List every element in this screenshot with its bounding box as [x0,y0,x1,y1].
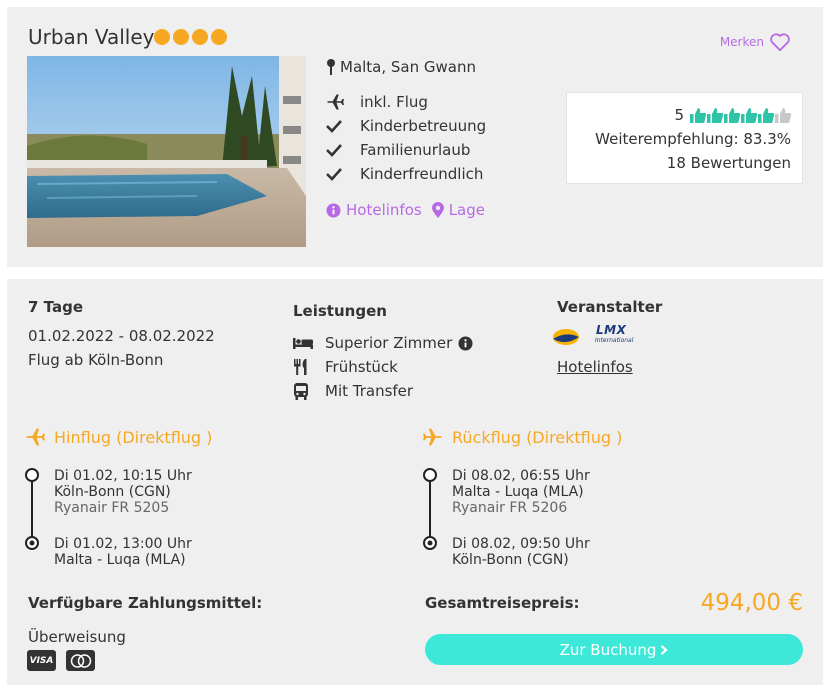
operator-logo: LMX International [552,322,634,348]
star-icon [154,29,170,45]
services-heading: Leistungen [293,302,387,320]
hotelinfos-link[interactable]: Hotelinfos [326,201,422,219]
map-pin-icon [327,59,335,75]
hotel-location: Malta, San Gwann [326,58,476,76]
thumbs-up-icon [758,107,774,123]
thumbs-up-icon [741,107,757,123]
thumbs-up-icon [724,107,740,123]
outbound-departure: Di 01.02, 10:15 Uhr Köln-Bonn (CGN) Ryan… [54,468,192,516]
hotel-features: inkl. Flug Kinderbetreuung Familienurlau… [326,90,486,186]
recommendation-text: Weiterempfehlung: 83.3% [595,130,791,148]
heart-icon [770,33,790,52]
trip-departure: Flug ab Köln-Bonn [28,351,164,369]
info-icon [326,202,341,218]
outbound-title-text: Hinflug (Direktflug ) [54,427,213,447]
hotelinfos-label: Hotelinfos [346,201,422,219]
plane-icon [423,428,442,446]
check-icon [326,143,352,157]
bus-icon [293,382,315,400]
service-label: Mit Transfer [325,382,414,400]
check-icon [326,167,352,181]
outbound-airline: Ryanair FR 5205 [54,500,170,516]
price-label: Gesamtreisepreis: [425,594,580,612]
trip-dates: 01.02.2022 - 08.02.2022 [28,327,215,345]
rating-score: 5 [674,106,684,124]
trip-duration: 7 Tage [28,298,83,316]
visa-card-icon: VISA [27,650,56,671]
location-text: Malta, San Gwann [340,58,476,76]
feature-item: Kinderfreundlich [326,162,486,186]
service-item: Superior Zimmer [293,331,473,355]
star-icon [192,29,208,45]
hotel-name[interactable]: Urban Valley [28,25,154,49]
outbound-timeline [24,467,40,551]
return-arr-airport: Köln-Bonn (CGN) [452,552,569,568]
outbound-dep-time: Di 01.02, 10:15 Uhr [54,468,192,484]
thumbs-up-icon [690,107,706,123]
map-marker-icon [431,202,444,218]
info-icon[interactable] [458,335,473,351]
operator-logo-text: LMX [596,323,627,337]
merken-label: Merken [719,35,764,49]
return-dep-airport: Malta - Luqa (MLA) [452,484,584,500]
star-icon [173,29,189,45]
bed-icon [293,336,315,350]
mastercard-icon [66,650,95,671]
return-airline: Ryanair FR 5206 [452,500,568,516]
return-title-text: Rückflug (Direktflug ) [452,427,623,447]
operator-hotelinfos-link[interactable]: Hotelinfos [557,355,633,379]
visa-card-label: VISA [29,655,54,666]
outbound-dep-airport: Köln-Bonn (CGN) [54,484,171,500]
rating-thumbs [690,107,791,124]
hotel-links: Hotelinfos Lage [326,201,485,219]
check-icon [326,119,352,133]
lage-link[interactable]: Lage [431,201,485,219]
cutlery-icon [293,359,315,375]
feature-item: Kinderbetreuung [326,114,486,138]
services-list: Superior Zimmer Frühstück Mit Transfer [293,331,473,403]
thumbs-up-icon [775,107,791,123]
service-item: Frühstück [293,355,473,379]
return-timeline [422,467,438,551]
lage-label: Lage [448,201,485,219]
rating-score-row: 5 [567,103,791,127]
star-icon [211,29,227,45]
booking-button-label: Zur Buchung [559,640,657,659]
plane-icon [326,93,352,111]
return-arr-time: Di 08.02, 09:50 Uhr [452,536,590,552]
plane-icon [26,428,45,446]
hotel-photo[interactable] [27,56,306,247]
payment-heading: Verfügbare Zahlungsmittel: [28,594,263,612]
feature-item: inkl. Flug [326,90,486,114]
service-label: Superior Zimmer [325,334,453,352]
return-arrival: Di 08.02, 09:50 Uhr Köln-Bonn (CGN) [452,536,590,568]
return-dep-time: Di 08.02, 06:55 Uhr [452,468,590,484]
thumbs-up-icon [707,107,723,123]
service-item: Mit Transfer [293,379,473,403]
operator-heading: Veranstalter [557,298,663,316]
return-flight-title: Rückflug (Direktflug ) [422,427,622,447]
price-value: 494,00 € [700,590,803,616]
outbound-arr-airport: Malta - Luqa (MLA) [54,552,186,568]
feature-item: Familienurlaub [326,138,486,162]
booking-button[interactable]: Zur Buchung [425,634,803,665]
operator-logo-sub: International [595,337,634,344]
feature-label: Familienurlaub [360,141,471,159]
chevron-right-icon [661,644,669,655]
merken-button[interactable]: Merken [720,32,791,52]
return-departure: Di 08.02, 06:55 Uhr Malta - Luqa (MLA) R… [452,468,590,516]
feature-label: inkl. Flug [360,93,428,111]
reviews-count: 18 Bewertungen [666,154,791,172]
outbound-arrival: Di 01.02, 13:00 Uhr Malta - Luqa (MLA) [54,536,192,568]
outbound-flight-title: Hinflug (Direktflug ) [24,427,212,447]
rating-box[interactable]: 5 Weiterempfehlung: 83.3% 18 Bewertungen [566,92,803,184]
feature-label: Kinderfreundlich [360,165,484,183]
service-label: Frühstück [325,358,398,376]
payment-cards: VISA [27,650,95,671]
hotel-stars [154,29,227,45]
outbound-arr-time: Di 01.02, 13:00 Uhr [54,536,192,552]
payment-method: Überweisung [28,628,126,646]
feature-label: Kinderbetreuung [360,117,487,135]
